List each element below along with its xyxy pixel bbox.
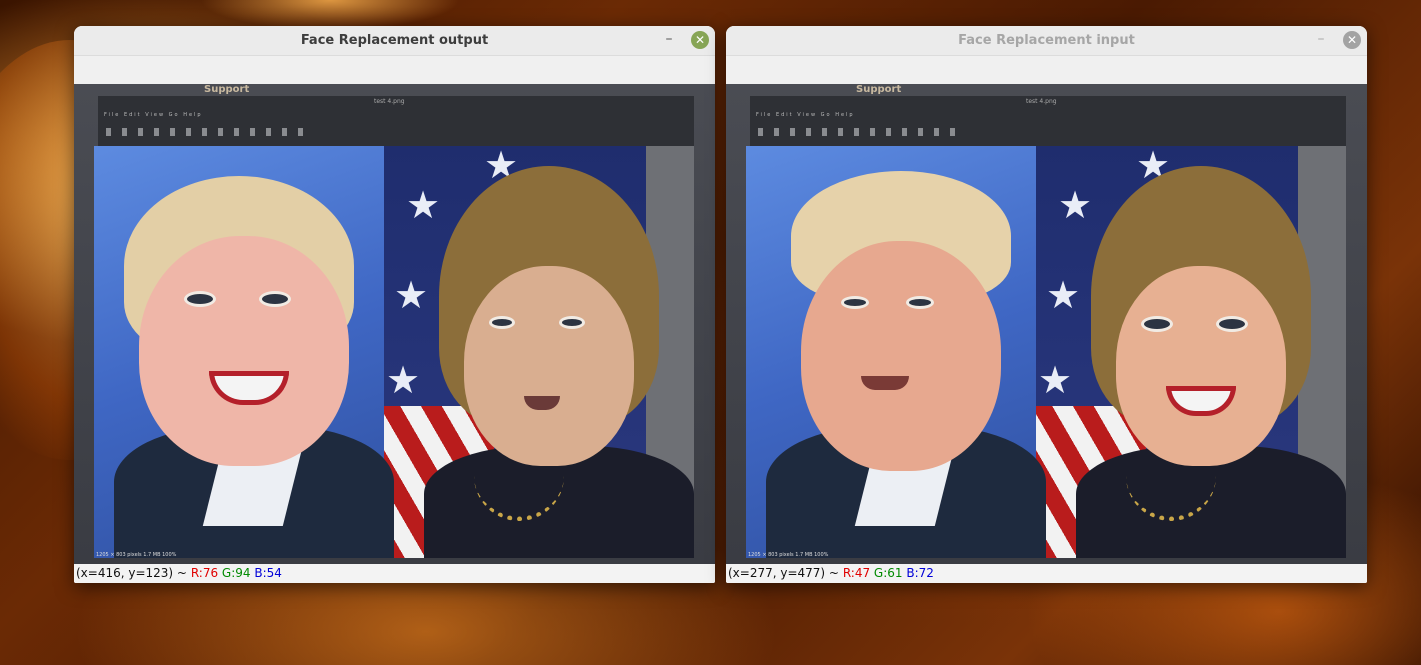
screen-tools	[106, 128, 306, 136]
status-green: G:61	[873, 566, 903, 580]
titlebar[interactable]: Face Replacement input – ✕	[726, 26, 1367, 56]
screen-status: 1205 × 803 pixels 1.7 MB 100%	[748, 552, 829, 558]
window-title: Face Replacement output	[300, 33, 489, 48]
support-label: Support	[204, 84, 250, 95]
titlebar[interactable]: Face Replacement output – ✕	[74, 26, 715, 56]
output-window[interactable]: Face Replacement output – ✕ Support test…	[74, 26, 715, 583]
status-blue: B:54	[254, 566, 282, 580]
status-blue: B:72	[906, 566, 934, 580]
toolbar-area	[726, 56, 1367, 84]
screen-menu: File Edit View Go Help	[104, 112, 203, 118]
status-coords: (x=277, y=477) ~	[728, 566, 839, 580]
output-image[interactable]: Support test 4.png File Edit View Go Hel…	[74, 84, 715, 564]
status-coords: (x=416, y=123) ~	[76, 566, 187, 580]
status-red: R:76	[190, 566, 219, 580]
minimize-icon[interactable]: –	[1313, 32, 1329, 48]
screen-status: 1205 × 803 pixels 1.7 MB 100%	[96, 552, 177, 558]
screen-title: test 4.png	[1026, 98, 1057, 105]
input-window[interactable]: Face Replacement input – ✕ Support test …	[726, 26, 1367, 583]
close-icon[interactable]: ✕	[1343, 31, 1361, 49]
status-red: R:47	[842, 566, 871, 580]
status-green: G:94	[221, 566, 251, 580]
toolbar-area	[74, 56, 715, 84]
status-bar: (x=277, y=477) ~ R:47 G:61 B:72	[726, 564, 1367, 583]
window-title: Face Replacement input	[958, 33, 1135, 48]
screen-title: test 4.png	[374, 98, 405, 105]
screen-tools	[758, 128, 958, 136]
minimize-icon[interactable]: –	[661, 32, 677, 48]
status-bar: (x=416, y=123) ~ R:76 G:94 B:54	[74, 564, 715, 583]
input-image[interactable]: Support test 4.png File Edit View Go Hel…	[726, 84, 1367, 564]
screen-menu: File Edit View Go Help	[756, 112, 855, 118]
close-icon[interactable]: ✕	[691, 31, 709, 49]
support-label: Support	[856, 84, 902, 95]
photo: ★ ★ ★ ★	[746, 146, 1346, 558]
photo: ★ ★ ★ ★	[94, 146, 694, 558]
